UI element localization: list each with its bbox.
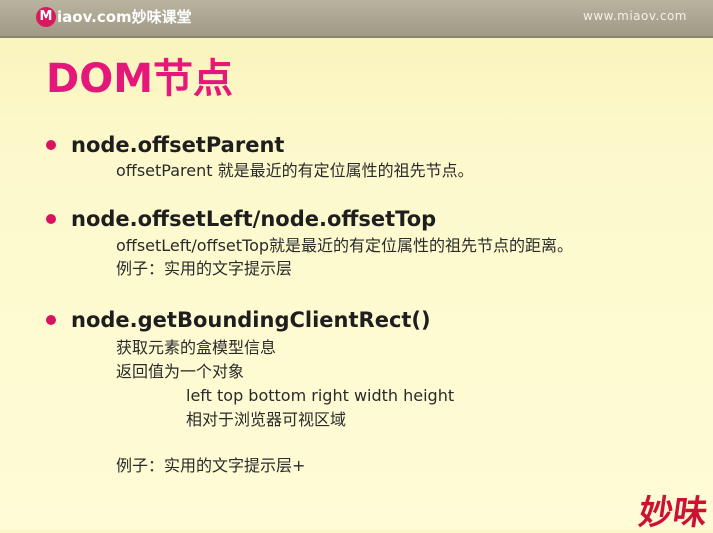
bullet-icon bbox=[46, 315, 56, 325]
item-heading: node.offsetLeft/node.offsetTop bbox=[71, 207, 437, 231]
item-line-properties: left top bottom right width height bbox=[186, 386, 455, 405]
item-line: 相对于浏览器可视区域 bbox=[186, 410, 347, 429]
item-heading: node.getBoundingClientRect() bbox=[71, 308, 431, 332]
item-line-example: 例子：实用的文字提示层 bbox=[116, 259, 293, 278]
item-line-example: 例子：实用的文字提示层+ bbox=[116, 456, 306, 475]
item-line: offsetParent 就是最近的有定位属性的祖先节点。 bbox=[116, 161, 474, 180]
item-line: 返回值为一个对象 bbox=[116, 362, 245, 381]
bullet-icon bbox=[46, 140, 56, 150]
site-url: www.miaov.com bbox=[583, 9, 687, 23]
item-line: 获取元素的盒模型信息 bbox=[116, 338, 277, 357]
slide-title: DOM节点 bbox=[46, 56, 234, 102]
logo: M iaov.com妙味课堂 bbox=[36, 6, 192, 28]
logo-mark: M bbox=[36, 7, 56, 27]
header-bar: M iaov.com妙味课堂 www.miaov.com bbox=[0, 0, 713, 38]
bullet-icon bbox=[46, 214, 56, 224]
item-line: offsetLeft/offsetTop就是最近的有定位属性的祖先节点的距离。 bbox=[116, 236, 574, 255]
item-heading: node.offsetParent bbox=[71, 133, 285, 157]
logo-text: iaov.com妙味课堂 bbox=[57, 8, 192, 26]
slide: M iaov.com妙味课堂 www.miaov.com DOM节点 node.… bbox=[0, 0, 713, 533]
watermark-logo: 妙味 bbox=[636, 493, 710, 533]
